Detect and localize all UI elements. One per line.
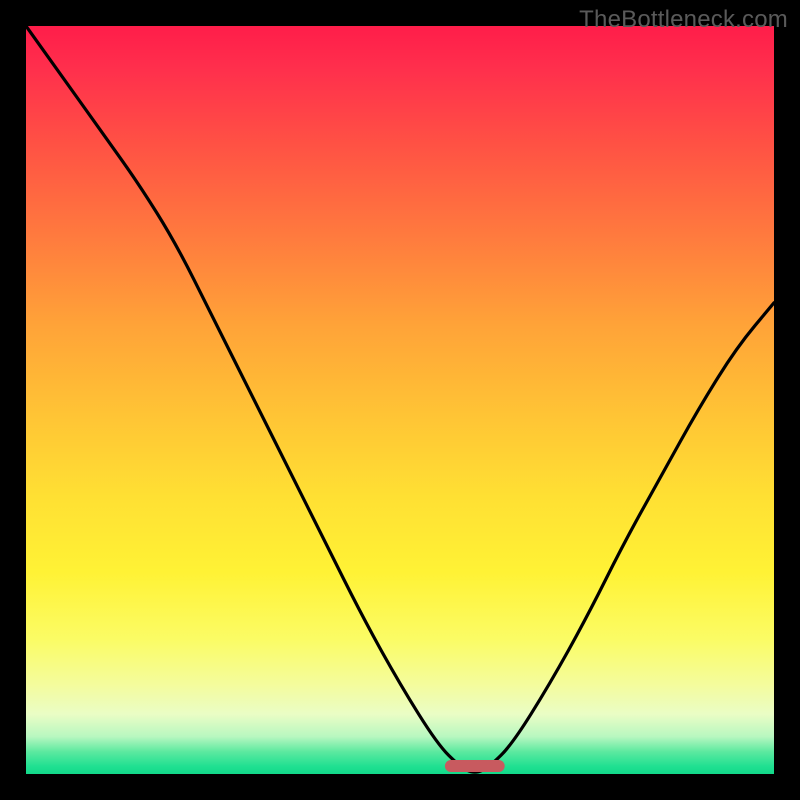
- floor-marker: [445, 760, 505, 772]
- chart-frame: TheBottleneck.com: [0, 0, 800, 800]
- plot-area: [26, 26, 774, 774]
- watermark-text: TheBottleneck.com: [579, 6, 788, 34]
- curve-layer: [26, 26, 774, 774]
- bottleneck-curve: [26, 26, 774, 772]
